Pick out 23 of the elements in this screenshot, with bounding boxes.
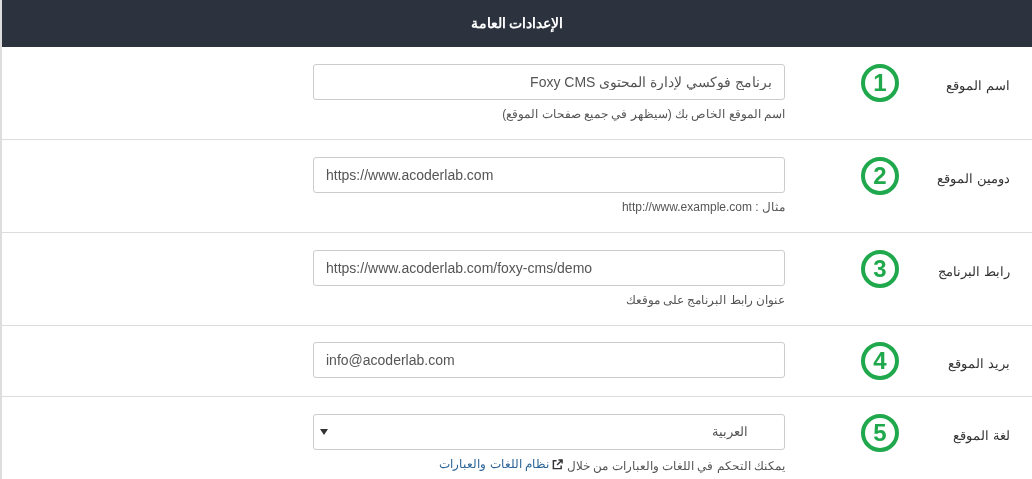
field-label: رابط البرنامج [938,264,1010,279]
language-select[interactable]: العربية [313,414,785,450]
text-field[interactable]: برنامج فوكسي لإدارة المحتوى Foxy CMS [313,64,785,100]
field-label: اسم الموقع [946,78,1010,93]
text-field[interactable]: https://www.acoderlab.com [313,157,785,193]
text-field[interactable]: https://www.acoderlab.com/foxy-cms/demo [313,250,785,286]
help-text: يمكنك التحكم في اللغات والعبارات من خلال نظام اللغات والعبارات [438,456,785,474]
step-number-badge: 3 [861,250,899,288]
help-text: عنوان رابط البرنامج على موقعك [624,292,785,308]
field-label: بريد الموقع [948,356,1010,371]
external-link-icon [552,458,563,470]
text-field[interactable]: info@acoderlab.com [313,342,785,378]
field-label: لغة الموقع [953,428,1010,443]
page-title: الإعدادات العامة [470,14,564,34]
language-system-link[interactable]: نظام اللغات والعبارات [439,456,563,472]
step-number-badge: 4 [861,342,899,380]
help-text: اسم الموقع الخاص بك (سيظهر في جميع صفحات الموقع) [501,106,785,122]
step-number-badge: 2 [861,157,899,195]
help-text: مثال : http://www.example.com [620,199,785,215]
field-label: دومين الموقع [937,171,1010,186]
step-number-badge: 1 [861,64,899,102]
step-number-badge: 5 [861,414,899,452]
dropdown-caret-icon [320,429,328,435]
